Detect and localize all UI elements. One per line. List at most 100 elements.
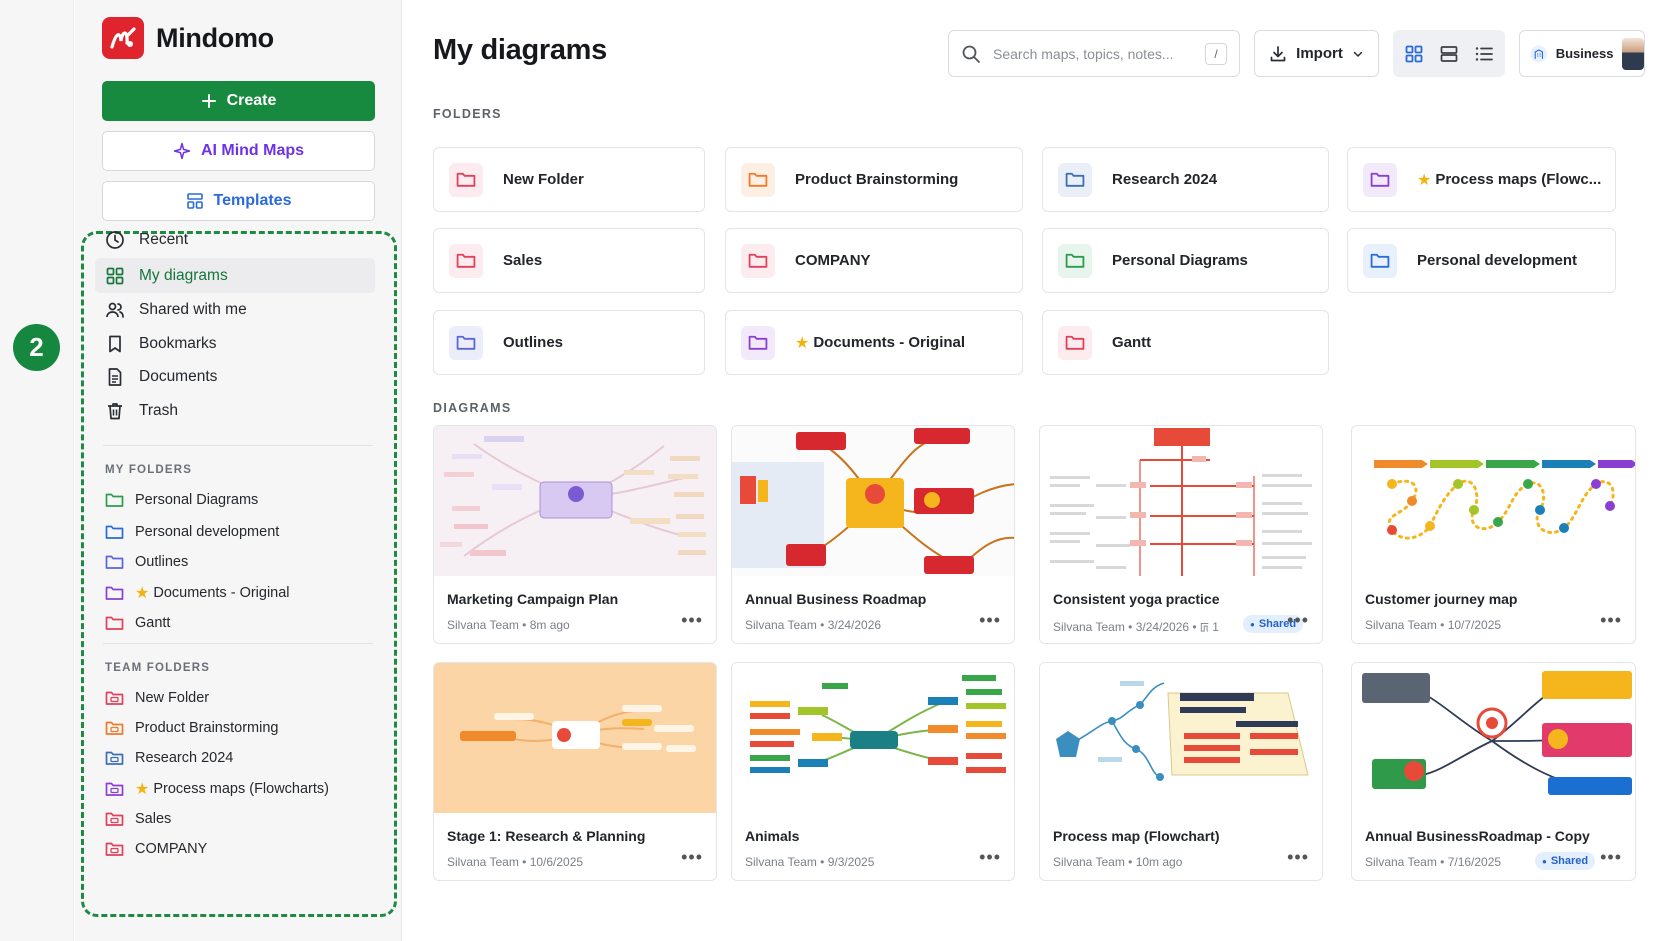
search-input[interactable] [993, 45, 1193, 62]
nav-label: Shared with me [139, 300, 247, 318]
nav-my-diagrams[interactable]: My diagrams [95, 258, 375, 293]
folder-card[interactable]: Personal Diagrams [1042, 228, 1329, 293]
diagram-card-consistent-yoga-practice[interactable]: Consistent yoga practice Silvana Team • … [1039, 425, 1323, 644]
team-folder-icon [105, 691, 124, 705]
folder-card[interactable]: Research 2024 [1042, 147, 1329, 212]
ai-mind-maps-button[interactable]: AI Mind Maps [102, 131, 375, 171]
diagram-meta: Silvana Team • 10/7/2025 [1365, 618, 1502, 632]
folder-card[interactable]: ★ Process maps (Flowc... [1347, 147, 1616, 212]
people-icon [106, 302, 124, 318]
folder-icon [105, 493, 124, 507]
nav-label: Recent [139, 230, 189, 248]
more-options-icon[interactable]: ••• [1600, 610, 1622, 631]
diagram-card-customer-journey-map[interactable]: Customer journey map Silvana Team • 10/7… [1351, 425, 1636, 644]
diagram-title: Customer journey map [1365, 591, 1518, 607]
team-folder-product-brainstorming[interactable]: Product Brainstorming [95, 713, 375, 743]
team-folder-sales[interactable]: Sales [95, 804, 375, 834]
rows-view-icon [1440, 45, 1458, 62]
folder-card-label: Outlines [503, 334, 564, 351]
import-label: Import [1296, 45, 1343, 62]
sparkle-icon [173, 142, 191, 160]
diagram-title: Process map (Flowchart) [1053, 828, 1220, 844]
diagram-meta: Silvana Team • 9/3/2025 [745, 855, 875, 869]
diagram-card-process-map-flowchart[interactable]: Process map (Flowchart) Silvana Team • 1… [1039, 662, 1323, 881]
diagram-card-animals[interactable]: Animals Silvana Team • 9/3/2025 ••• [731, 662, 1015, 881]
folder-card[interactable]: COMPANY [725, 228, 1023, 293]
folder-card[interactable]: Personal development [1347, 228, 1616, 293]
my-folders-heading: MY FOLDERS [105, 464, 193, 476]
team-folder-company[interactable]: COMPANY [95, 834, 375, 864]
folder-icon [449, 162, 483, 197]
team-folder-icon [105, 751, 124, 765]
list-view-button[interactable] [1469, 39, 1499, 69]
folder-card[interactable]: New Folder [433, 147, 705, 212]
import-button[interactable]: Import [1254, 30, 1379, 77]
diagram-title: Annual BusinessRoadmap - Copy [1365, 828, 1590, 844]
star-icon: ★ [795, 334, 810, 352]
more-options-icon[interactable]: ••• [681, 610, 703, 631]
folder-card[interactable]: Product Brainstorming [725, 147, 1023, 212]
team-folder-process-maps[interactable]: ★ Process maps (Flowcharts) [95, 774, 375, 804]
folder-card[interactable]: ★ Documents - Original [725, 310, 1023, 375]
grid-icon [106, 267, 124, 284]
nav-label: Bookmarks [139, 334, 217, 352]
shared-badge: ● Shared [1535, 852, 1596, 870]
my-folder-personal-development[interactable]: Personal development [95, 517, 375, 547]
search-box[interactable]: / [948, 30, 1240, 77]
more-options-icon[interactable]: ••• [979, 610, 1001, 631]
folder-card-label: Process maps (Flowc... [1435, 171, 1602, 188]
diagram-card-stage-1-research-planning[interactable]: Stage 1: Research & Planning Silvana Tea… [433, 662, 717, 881]
folder-card[interactable]: Outlines [433, 310, 705, 375]
folder-label: Documents - Original [153, 585, 290, 601]
more-options-icon[interactable]: ••• [1600, 847, 1622, 868]
diagram-card-marketing-campaign-plan[interactable]: Marketing Campaign Plan Silvana Team • 8… [433, 425, 717, 644]
view-toggle-group [1393, 30, 1505, 77]
folder-card-label: Product Brainstorming [795, 171, 959, 188]
nav-documents[interactable]: Documents [95, 359, 375, 394]
my-folder-outlines[interactable]: Outlines [95, 547, 375, 577]
diagram-title: Consistent yoga practice [1053, 591, 1220, 607]
create-button[interactable]: Create [102, 81, 375, 121]
diagram-meta: Silvana Team • 3/24/2026 • ꡚ 1 [1053, 620, 1219, 634]
folder-label: Product Brainstorming [135, 720, 279, 736]
folder-label: New Folder [135, 690, 210, 706]
diagram-thumbnail [732, 426, 1014, 576]
diagram-title: Stage 1: Research & Planning [447, 828, 646, 844]
divider [103, 445, 373, 446]
my-folder-gantt[interactable]: Gantt [95, 608, 375, 638]
folder-icon [449, 243, 483, 278]
folder-icon [105, 555, 124, 569]
team-folder-new-folder[interactable]: New Folder [95, 683, 375, 713]
nav-trash[interactable]: Trash [95, 393, 375, 428]
rows-view-button[interactable] [1434, 39, 1464, 69]
my-folder-personal-diagrams[interactable]: Personal Diagrams [95, 485, 375, 515]
more-options-icon[interactable]: ••• [1287, 847, 1309, 868]
diagram-card-annual-businessroadmap-copy[interactable]: Annual BusinessRoadmap - Copy Silvana Te… [1351, 662, 1636, 881]
dot-icon: ● [1250, 619, 1255, 629]
folder-label: Personal development [135, 524, 280, 540]
diagram-thumbnail [1352, 663, 1635, 813]
chevron-down-icon [1353, 51, 1363, 57]
folder-label: COMPANY [135, 841, 208, 857]
nav-shared-with-me[interactable]: Shared with me [95, 292, 375, 327]
folder-card[interactable]: Sales [433, 228, 705, 293]
folder-icon [1363, 162, 1397, 197]
plus-icon [201, 94, 216, 108]
templates-button[interactable]: Templates [102, 181, 375, 221]
folder-card-label: Personal development [1417, 252, 1578, 269]
shared-badge-label: Shared [1550, 855, 1589, 867]
nav-recent[interactable]: Recent [95, 222, 375, 257]
trash-icon [108, 402, 122, 419]
grid-view-button[interactable] [1399, 39, 1429, 69]
account-menu-button[interactable]: Business [1519, 30, 1645, 77]
diagram-card-annual-business-roadmap[interactable]: Annual Business Roadmap Silvana Team • 3… [731, 425, 1015, 644]
nav-bookmarks[interactable]: Bookmarks [95, 326, 375, 361]
brand-logo[interactable]: Mindomo [102, 17, 274, 59]
diagram-meta: Silvana Team • 3/24/2026 [745, 618, 882, 632]
folder-card[interactable]: Gantt [1042, 310, 1329, 375]
more-options-icon[interactable]: ••• [681, 847, 703, 868]
more-options-icon[interactable]: ••• [1287, 610, 1309, 631]
team-folder-research-2024[interactable]: Research 2024 [95, 743, 375, 773]
more-options-icon[interactable]: ••• [979, 847, 1001, 868]
my-folder-documents-original[interactable]: ★ Documents - Original [95, 578, 375, 608]
